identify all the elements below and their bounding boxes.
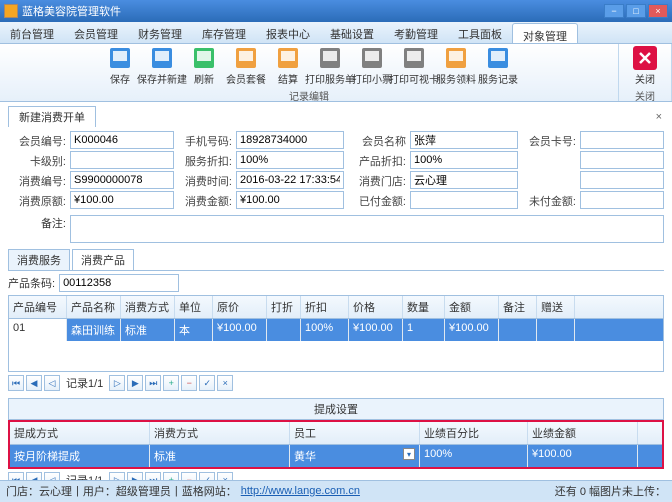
barcode-input[interactable] <box>59 274 179 292</box>
nav-btn[interactable]: ◁ <box>44 472 60 480</box>
toolbar-btn-9[interactable]: 服务记录 <box>480 46 516 86</box>
toolbar-close-button[interactable]: 关闭 <box>627 46 663 86</box>
toolbar-btn-2[interactable]: 刷新 <box>186 46 222 86</box>
nav-btn[interactable]: ▶ <box>127 472 143 480</box>
menu-7[interactable]: 工具面板 <box>448 22 512 43</box>
nav-edit-btn[interactable]: × <box>217 472 233 480</box>
nav-btn[interactable]: ⏭ <box>145 375 161 391</box>
field-phone[interactable] <box>236 131 344 149</box>
status-upload: 还有 0 幅图片未上传： <box>555 483 666 499</box>
nav-btn[interactable]: ⏮ <box>8 375 24 391</box>
field-amount[interactable] <box>236 191 344 209</box>
toolbar-group-close: 关闭 <box>635 88 655 103</box>
form-tab[interactable]: 新建消费开单 <box>8 106 96 127</box>
field-paid[interactable] <box>410 191 518 209</box>
toolbar-btn-7[interactable]: 打印可视卡 <box>396 46 432 86</box>
field-member_no[interactable] <box>70 131 174 149</box>
nav-btn[interactable]: ▷ <box>109 375 125 391</box>
field-member_name[interactable] <box>410 131 518 149</box>
nav-btn[interactable]: ◁ <box>44 375 60 391</box>
menu-2[interactable]: 财务管理 <box>128 22 192 43</box>
menu-4[interactable]: 报表中心 <box>256 22 320 43</box>
nav-edit-btn[interactable]: + <box>163 375 179 391</box>
toolbar-btn-4[interactable]: 结算 <box>270 46 306 86</box>
commission-grid: 提成方式消费方式员工业绩百分比业绩金额 按月阶梯提成标准黄华▾100%¥100.… <box>10 422 662 467</box>
app-title: 蓝格美容院管理软件 <box>22 3 121 19</box>
field-cons_time[interactable] <box>236 171 344 189</box>
status-site-link[interactable]: http://www.lange.com.cn <box>241 485 360 497</box>
tab-product[interactable]: 消费产品 <box>72 249 134 270</box>
nav-edit-btn[interactable]: × <box>217 375 233 391</box>
field-orig[interactable] <box>70 191 174 209</box>
nav-btn[interactable]: ▶ <box>127 375 143 391</box>
status-user-label: 用户： <box>83 483 116 499</box>
status-user: 超级管理员 <box>116 483 171 499</box>
menu-8[interactable]: 对象管理 <box>512 23 578 43</box>
nav-btn[interactable]: ◀ <box>26 375 42 391</box>
status-site-label: 蓝格网站： <box>182 483 237 499</box>
toolbar-btn-1[interactable]: 保存并新建 <box>144 46 180 86</box>
menu-1[interactable]: 会员管理 <box>64 22 128 43</box>
field-prod_disc[interactable] <box>410 151 518 169</box>
barcode-label: 产品条码: <box>8 275 55 291</box>
field-[interactable] <box>580 151 664 169</box>
field-unpaid[interactable] <box>580 191 664 209</box>
field-store[interactable] <box>410 171 518 189</box>
status-store-label: 门店： <box>6 483 39 499</box>
nav-btn[interactable]: ▷ <box>109 472 125 480</box>
app-icon <box>4 4 18 18</box>
tab-service[interactable]: 消费服务 <box>8 249 70 270</box>
commission-section-title: 提成设置 <box>8 398 664 420</box>
toolbar-btn-6[interactable]: 打印小票 <box>354 46 390 86</box>
menu-6[interactable]: 考勤管理 <box>384 22 448 43</box>
field-[interactable] <box>580 171 664 189</box>
toolbar-btn-5[interactable]: 打印服务单 <box>312 46 348 86</box>
toolbar-btn-3[interactable]: 会员套餐 <box>228 46 264 86</box>
nav-btn[interactable]: ⏭ <box>145 472 161 480</box>
field-cons_no[interactable] <box>70 171 174 189</box>
table-row[interactable]: 按月阶梯提成标准黄华▾100%¥100.00 <box>10 445 662 467</box>
field-card_no[interactable] <box>580 131 664 149</box>
minimize-button[interactable]: − <box>604 4 624 18</box>
close-window-button[interactable]: × <box>648 4 668 18</box>
menu-5[interactable]: 基础设置 <box>320 22 384 43</box>
menu-3[interactable]: 库存管理 <box>192 22 256 43</box>
status-store: 云心理 <box>39 483 72 499</box>
nav-edit-btn[interactable]: + <box>163 472 179 480</box>
toolbar-group-edit: 记录编辑 <box>289 88 329 103</box>
table-row[interactable]: 01森田训练标准本¥100.00100%¥100.001¥100.00 <box>9 319 663 341</box>
nav-btn[interactable]: ⏮ <box>8 472 24 480</box>
nav-edit-btn[interactable]: − <box>181 375 197 391</box>
nav-edit-btn[interactable]: ✓ <box>199 375 215 391</box>
field-svc_disc[interactable] <box>236 151 344 169</box>
field-card_level[interactable] <box>70 151 174 169</box>
remark-label: 备注: <box>8 215 66 231</box>
toolbar-btn-0[interactable]: 保存 <box>102 46 138 86</box>
menu-0[interactable]: 前台管理 <box>0 22 64 43</box>
nav-edit-btn[interactable]: − <box>181 472 197 480</box>
nav-btn[interactable]: ◀ <box>26 472 42 480</box>
close-panel-icon[interactable]: × <box>654 109 664 125</box>
nav-edit-btn[interactable]: ✓ <box>199 472 215 480</box>
remark-input[interactable] <box>70 215 664 243</box>
maximize-button[interactable]: □ <box>626 4 646 18</box>
toolbar-btn-8[interactable]: 服务领料 <box>438 46 474 86</box>
product-grid: 产品编号产品名称消费方式单位原价打折折扣价格数量金额备注赠送 01森田训练标准本… <box>8 295 664 372</box>
